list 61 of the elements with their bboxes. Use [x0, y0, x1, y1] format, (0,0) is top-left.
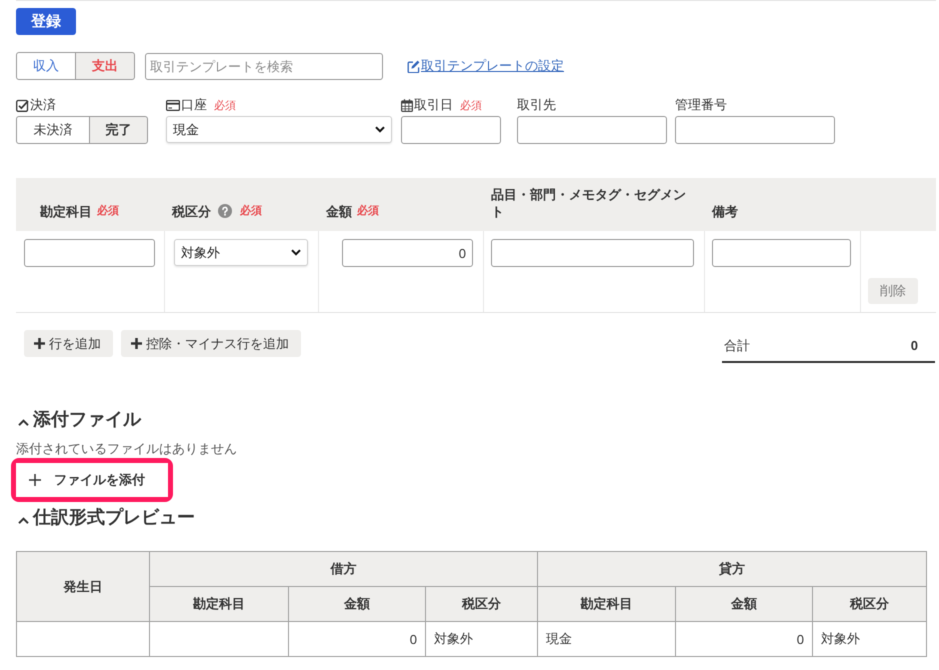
- chevron-down-icon: [291, 249, 301, 256]
- column-header: 借方: [150, 552, 538, 586]
- type-toggle-button[interactable]: 収入: [16, 52, 76, 80]
- text-field[interactable]: [517, 116, 667, 144]
- date-field[interactable]: [401, 116, 501, 144]
- table-cell: 対象外: [426, 622, 538, 656]
- field-label: 管理番号: [675, 96, 727, 114]
- column-header: 備考: [712, 203, 738, 220]
- column-header: 税区分: [172, 203, 211, 220]
- column-header: 金額: [288, 586, 426, 622]
- column-header: 勘定科目: [40, 203, 92, 220]
- required-label: 必須: [214, 98, 236, 112]
- settlement-toggle-button[interactable]: 未決済: [16, 116, 90, 144]
- table-cell: 現金: [538, 622, 676, 656]
- required-label: 必須: [97, 204, 119, 219]
- empty-message: 添付されているファイルはありません: [16, 440, 237, 458]
- section-toggle[interactable]: 添付ファイル: [16, 407, 143, 431]
- plus-icon: [29, 474, 41, 486]
- field-label: 取引先: [517, 96, 556, 114]
- total-label: 合計: [724, 336, 750, 354]
- required-label: 必須: [460, 98, 482, 112]
- plus-icon: [34, 338, 45, 349]
- total-value: 0: [910, 338, 918, 353]
- column-header: 勘定科目: [538, 586, 676, 622]
- add-row-button[interactable]: 行を追加: [24, 330, 113, 357]
- template-search-field[interactable]: 取引テンプレートを検索: [145, 52, 383, 80]
- check-square-icon: [16, 98, 29, 112]
- table-cell: 対象外: [812, 622, 927, 656]
- plus-icon: [131, 338, 142, 349]
- column-header: 金額: [676, 586, 813, 622]
- required-label: 必須: [240, 204, 262, 219]
- edit-icon: [407, 60, 420, 72]
- required-label: 必須: [357, 204, 379, 219]
- column-header: 品目・部門・メモタグ・セグメント: [491, 186, 687, 220]
- field-label: 取引日: [414, 96, 453, 114]
- column-header: 税区分: [812, 586, 927, 622]
- column-header: 貸方: [538, 552, 927, 586]
- section-toggle[interactable]: 仕訳形式プレビュー: [16, 505, 197, 529]
- column-header: 金額: [326, 203, 352, 220]
- text-field[interactable]: [712, 239, 851, 267]
- register-button[interactable]: 登録: [16, 8, 76, 35]
- text-field[interactable]: [491, 239, 694, 267]
- table-cell: 0: [288, 622, 426, 656]
- field-label: 口座: [181, 96, 207, 114]
- attach-file-button[interactable]: ファイルを添付: [16, 463, 168, 497]
- column-header: 勘定科目: [150, 586, 288, 622]
- amount-field[interactable]: 0: [342, 239, 473, 267]
- column-header: 発生日: [16, 552, 150, 622]
- calendar-icon: [401, 98, 413, 112]
- chevron-down-icon: [375, 126, 385, 133]
- account-select[interactable]: 現金: [166, 116, 392, 143]
- add-row-button[interactable]: 控除・マイナス行を追加: [121, 330, 301, 357]
- column-header: 税区分: [426, 586, 538, 622]
- settlement-toggle-button[interactable]: 完了: [89, 116, 148, 144]
- text-field[interactable]: [24, 239, 155, 267]
- table-cell: 0: [676, 622, 813, 656]
- field-label: 決済: [30, 96, 56, 114]
- text-field[interactable]: [675, 116, 835, 144]
- card-icon: [166, 100, 180, 110]
- tax-select[interactable]: 対象外: [174, 239, 308, 266]
- delete-button[interactable]: 削除: [868, 278, 918, 304]
